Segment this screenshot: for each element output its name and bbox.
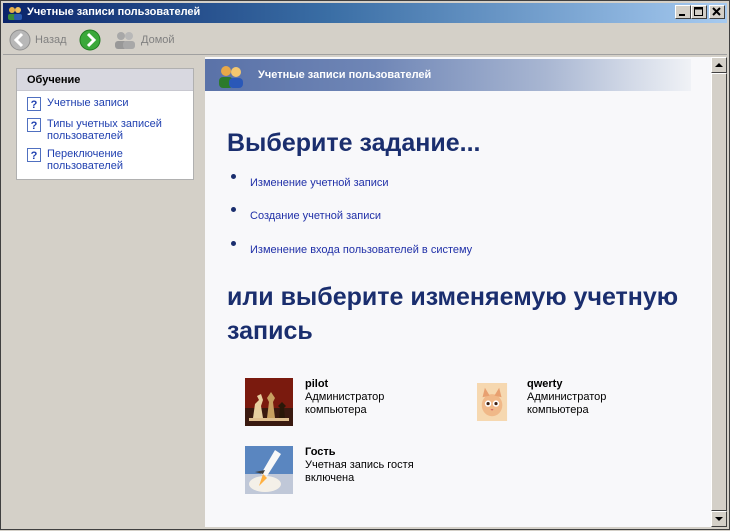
svg-text:?: ? (31, 150, 38, 162)
header-banner: Учетные записи пользователей (205, 59, 691, 91)
scroll-down-button[interactable] (711, 511, 727, 527)
account-name: Гость (305, 446, 336, 458)
arrow-down-icon (715, 517, 723, 521)
main-content: Учетные записи пользователей Выберите за… (205, 57, 711, 527)
task-change-account[interactable]: Изменение учетной записи (231, 174, 389, 189)
back-arrow-icon (9, 29, 31, 51)
toolbar: Назад Домой (3, 25, 727, 55)
left-task-pane: Обучение ? Учетные записи ? Типы учетных… (3, 57, 203, 527)
account-guest[interactable]: Гость Учетная запись гостя включена (245, 446, 414, 494)
account-desc-line1: Администратор (527, 391, 607, 403)
accounts-heading-line2: запись (227, 317, 313, 345)
learn-item-accounts[interactable]: ? Учетные записи (27, 97, 129, 111)
accounts-heading-line1: или выберите изменяемую учетную (227, 283, 679, 311)
arrow-up-icon (715, 63, 723, 67)
users-icon (8, 7, 22, 20)
bullet-icon (231, 174, 236, 179)
learn-item-label: Учетные записи (47, 97, 129, 109)
banner-title: Учетные записи пользователей (258, 69, 432, 81)
task-label: Создание учетной записи (250, 210, 381, 222)
account-qwerty[interactable]: qwerty Администратор компьютера (477, 378, 606, 426)
vertical-scrollbar[interactable] (711, 57, 727, 527)
task-label: Изменение учетной записи (250, 177, 389, 189)
account-desc-line2: компьютера (527, 404, 589, 416)
learn-item-account-types[interactable]: ? Типы учетных записей пользователей (27, 118, 187, 142)
task-label: Изменение входа пользователей в систему (250, 244, 473, 256)
title-bar[interactable]: Учетные записи пользователей (3, 3, 727, 23)
back-button[interactable]: Назад (9, 28, 67, 52)
account-pilot[interactable]: pilot Администратор компьютера (245, 378, 384, 426)
account-desc-line2: компьютера (305, 404, 367, 416)
learn-heading: Обучение (17, 69, 193, 91)
users-icon (219, 66, 243, 88)
user-accounts-window: Учетные записи пользователей Назад Домой… (0, 0, 730, 530)
bullet-icon (231, 207, 236, 212)
learn-about-box: Обучение ? Учетные записи ? Типы учетных… (16, 68, 194, 180)
users-home-icon (115, 32, 135, 49)
space-shuttle-picture (245, 446, 293, 494)
learn-item-switching[interactable]: ? Переключение пользователей (27, 148, 147, 172)
account-desc-line1: Учетная запись гостя (305, 459, 414, 471)
account-name: qwerty (527, 378, 563, 390)
help-icon: ? (27, 148, 41, 162)
chess-picture (245, 378, 293, 426)
account-name: pilot (305, 378, 329, 390)
close-button[interactable] (709, 5, 725, 19)
learn-item-label: Типы учетных записей пользователей (47, 118, 162, 142)
svg-text:?: ? (31, 120, 38, 132)
forward-button[interactable] (79, 28, 101, 52)
kitten-picture (477, 383, 508, 421)
scroll-up-button[interactable] (711, 57, 727, 73)
bullet-icon (231, 241, 236, 246)
task-change-logon[interactable]: Изменение входа пользователей в систему (231, 241, 473, 256)
window-title: Учетные записи пользователей (27, 6, 201, 18)
scroll-thumb[interactable] (711, 73, 727, 511)
account-desc-line1: Администратор (305, 391, 385, 403)
minimize-button[interactable] (675, 5, 691, 19)
home-button[interactable]: Домой (113, 28, 175, 52)
back-label: Назад (35, 34, 67, 46)
maximize-button[interactable] (691, 5, 707, 19)
help-icon: ? (27, 118, 41, 132)
learn-item-label: Переключение пользователей (47, 148, 123, 172)
task-create-account[interactable]: Создание учетной записи (231, 207, 381, 222)
tasks-heading: Выберите задание... (227, 129, 481, 157)
forward-arrow-icon (79, 29, 101, 51)
svg-text:?: ? (31, 99, 38, 111)
help-icon: ? (27, 97, 41, 111)
account-desc-line2: включена (305, 472, 355, 484)
home-label: Домой (141, 34, 175, 46)
